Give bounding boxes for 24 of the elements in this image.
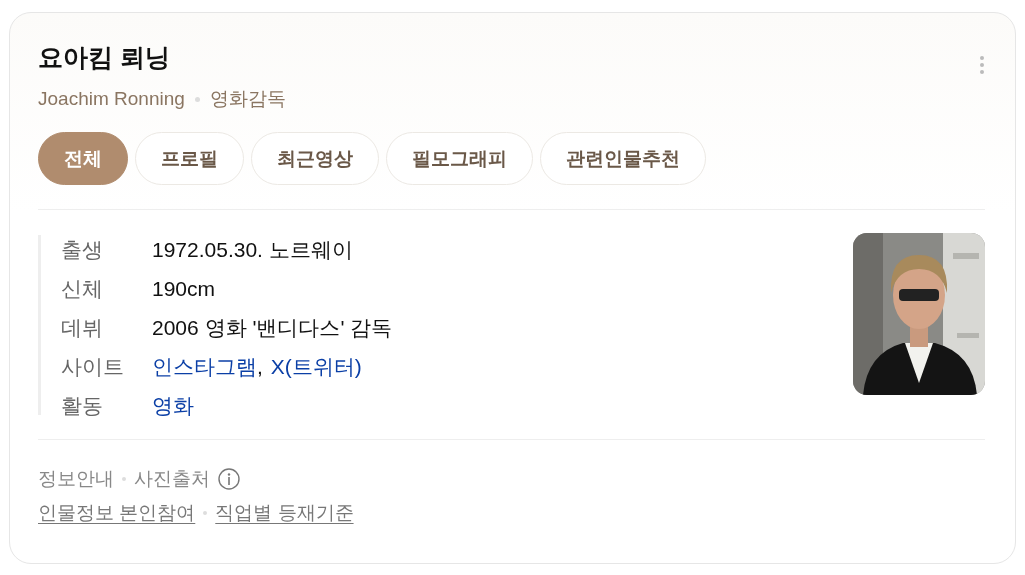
person-name: 요아킴 뢰닝 [38,42,171,73]
info-link[interactable]: 인스타그램 [152,352,257,382]
info-value: 190cm [152,276,216,302]
english-name: Joachim Ronning [38,88,185,110]
info-link[interactable]: 영화 [152,391,194,421]
tab[interactable]: 필모그래피 [386,132,533,185]
info-link[interactable]: X(트위터) [270,352,362,382]
info-icon[interactable] [218,468,240,490]
info-value: , [257,354,263,380]
tab[interactable]: 최근영상 [251,132,379,185]
notice-link[interactable]: 정보안내 [38,466,114,492]
tab[interactable]: 프로필 [135,132,244,185]
info-label: 출생 [61,237,104,263]
info-label: 데뷔 [61,315,104,341]
info-label: 활동 [61,393,104,419]
tab[interactable]: 관련인물추천 [540,132,706,185]
occupation: 영화감독 [209,87,286,111]
notice-link[interactable]: 사진출처 [134,466,210,492]
info-label: 신체 [61,276,104,302]
info-value: 1972.05.30. 노르웨이 [152,237,353,263]
footer-link[interactable]: 직업별 등재기준 [215,500,354,526]
info-value: 2006 영화 '밴디다스' 감독 [152,315,393,341]
info-label: 사이트 [61,354,125,380]
footer-link[interactable]: 인물정보 본인참여 [38,500,196,526]
